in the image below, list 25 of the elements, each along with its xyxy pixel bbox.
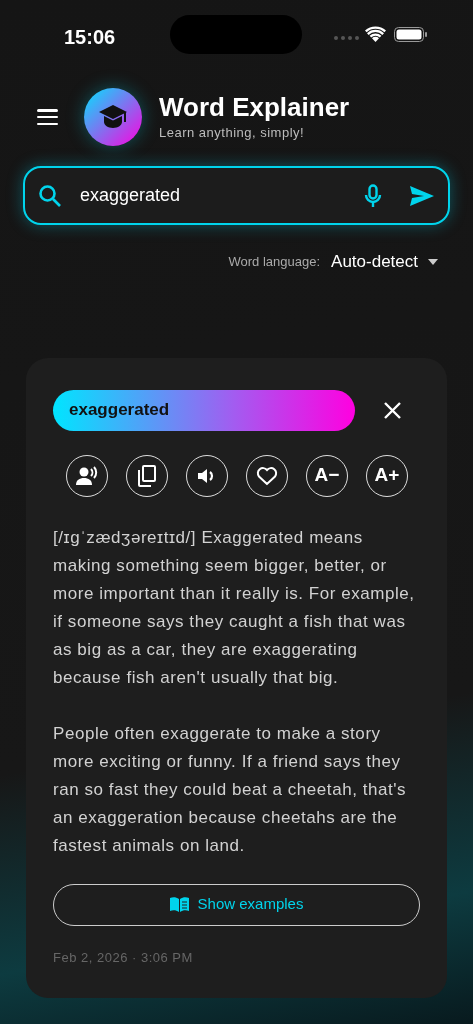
search-input[interactable]: exaggerated [80, 182, 364, 209]
clock-time: 15:06 [64, 25, 116, 50]
signal-icon [334, 36, 359, 40]
send-icon[interactable] [410, 185, 434, 206]
timestamp: Feb 2, 2026 · 3:06 PM [53, 948, 194, 967]
search-bar[interactable]: exaggerated [23, 166, 450, 225]
language-label: Word language: [228, 253, 321, 271]
definition-paragraph: People often exaggerate to make a story more exciting or funny. If a friend says they ran so fast they could beat a cheetah, that's an exaggeration because cheetahs are the fastest animals on land. [53, 722, 408, 857]
menu-icon[interactable] [37, 109, 58, 125]
word-badge: exaggerated [53, 389, 355, 431]
app-subtitle: Learn anything, simply! [159, 124, 306, 143]
speaker-person-icon [76, 465, 98, 486]
search-icon [38, 183, 62, 208]
microphone-icon[interactable] [364, 183, 382, 208]
book-icon [169, 897, 189, 912]
battery-icon [394, 27, 427, 42]
caret-icon [428, 258, 438, 265]
definition-paragraph: [/ɪɡˈzædʒəreɪtɪd/] Exaggerated means making something seem bigger, better, or more important than it really is. For example, if someone says they caught a fish that was as big as a car, they are exaggerating because fish aren't usually that big. [53, 526, 416, 689]
language-dropdown[interactable]: Auto-detect [331, 249, 438, 275]
wifi-icon [365, 26, 386, 42]
copy-icon [138, 464, 156, 487]
heart-icon [256, 465, 278, 486]
graduation-cap-icon [98, 104, 128, 130]
app-title: Word Explainer [159, 91, 350, 124]
close-icon[interactable] [384, 401, 401, 419]
